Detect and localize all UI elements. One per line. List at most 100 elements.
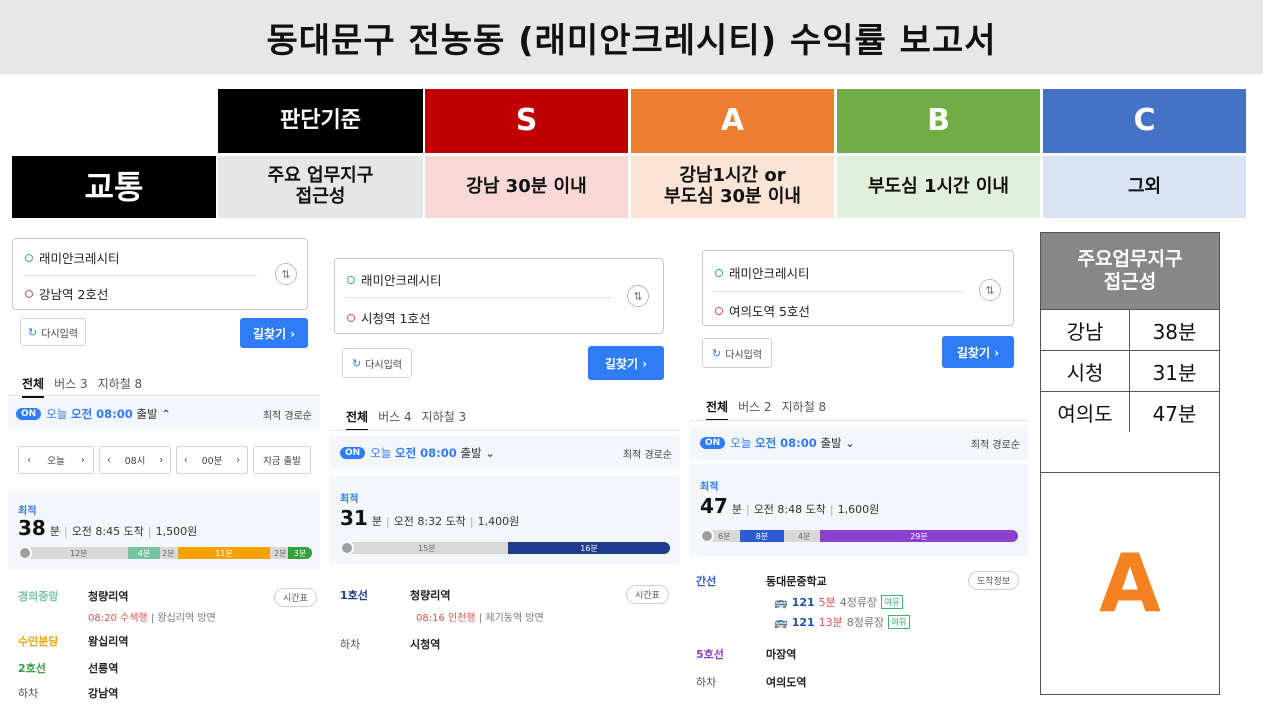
- best-label: 최적: [340, 494, 359, 505]
- timetable-button[interactable]: 시간표: [274, 588, 317, 607]
- day-picker[interactable]: ‹ 오늘 ›: [18, 446, 94, 474]
- arrival-info-button[interactable]: 도착정보: [968, 571, 1020, 590]
- destination-field[interactable]: 시청역 1호선: [347, 308, 430, 327]
- grade-row-criteria: 주요 업무지구 접근성: [218, 156, 423, 218]
- reset-button[interactable]: ↻ 다시입력: [702, 338, 772, 368]
- on-toggle[interactable]: ON: [16, 408, 42, 420]
- route-panel-yeouido: 래미안크레시티 여의도역 5호선 ⇅ ↻ 다시입력 길찾기 › 전체 버스 2 지…: [690, 244, 1028, 694]
- arrival-time: 오전 8:48 도착: [753, 503, 826, 516]
- arrival-time: 오전 8:32 도착: [393, 515, 466, 528]
- fare: 1,400원: [477, 515, 520, 528]
- tab-all[interactable]: 전체: [706, 398, 729, 421]
- depart-now-button[interactable]: 지금 출발: [253, 446, 311, 474]
- step-line-1: 경의중앙 청량리역: [18, 590, 129, 603]
- origin-field[interactable]: 래미안크레시티: [347, 270, 442, 289]
- grade-header-criteria: 판단기준: [218, 89, 423, 153]
- swap-icon[interactable]: ⇅: [979, 279, 1001, 301]
- hour-picker[interactable]: ‹ 08시 ›: [99, 446, 171, 474]
- route-search-box[interactable]: 래미안크레시티 강남역 2호선 ⇅: [12, 238, 308, 310]
- on-toggle[interactable]: ON: [340, 447, 366, 459]
- best-route-summary[interactable]: 최적 38 분 | 오전 8:45 도착 | 1,500원 12분 4분 2분 11분 2…: [8, 490, 320, 570]
- bus-option-2[interactable]: 🚌 121 13분 8정류장 여유: [774, 614, 910, 630]
- walk-segment-label: 6분: [718, 531, 731, 541]
- chevron-down-icon[interactable]: ⌄: [845, 436, 855, 450]
- bus-option-1[interactable]: 🚌 121 5분 4정류장 여유: [774, 594, 903, 610]
- tab-bus[interactable]: 버스 2: [738, 398, 772, 421]
- summary-time: 47분: [1130, 391, 1219, 432]
- best-route-summary[interactable]: 최적 47 분 | 오전 8:48 도착 | 1,600원 6분 8분 4분 29분: [690, 464, 1028, 556]
- suinbundang-segment: 11분: [178, 547, 270, 559]
- route-panel-gangnam: 래미안크레시티 강남역 2호선 ⇅ ↻ 다시입력 길찾기 › 전체 버스 3 지하…: [8, 232, 320, 705]
- destination-dot-icon: [25, 289, 33, 298]
- tab-subway[interactable]: 지하철 8: [782, 398, 827, 421]
- duration-minutes: 38: [18, 516, 46, 540]
- route-timeline-bar: 12분 4분 2분 11분 2분 3분: [18, 547, 312, 559]
- fare: 1,500원: [155, 525, 198, 538]
- swap-icon[interactable]: ⇅: [627, 285, 649, 307]
- grade-header-b: B: [837, 89, 1040, 153]
- tab-bus[interactable]: 버스 4: [378, 408, 412, 431]
- on-toggle[interactable]: ON: [700, 437, 726, 449]
- walk-segment-label: 15분: [418, 543, 436, 553]
- find-route-button[interactable]: 길찾기 ›: [240, 318, 308, 348]
- grade-header-a: A: [631, 89, 834, 153]
- sort-option[interactable]: 최적 경로순: [263, 407, 312, 422]
- walk-segment-label: 4분: [798, 531, 811, 541]
- best-route-summary[interactable]: 최적 31 분 | 오전 8:32 도착 | 1,400원 15분 16분: [330, 476, 680, 564]
- minute-picker[interactable]: ‹ 00분 ›: [176, 446, 248, 474]
- timetable-button[interactable]: 시간표: [626, 585, 669, 604]
- exit-row: 하차 시청역: [340, 638, 441, 651]
- origin-dot-icon: [347, 275, 355, 284]
- best-label: 최적: [700, 482, 719, 493]
- tab-subway[interactable]: 지하철 3: [422, 408, 467, 431]
- exit-row: 하차 여의도역: [696, 676, 807, 689]
- summary-header: 주요업무지구 접근성: [1041, 233, 1219, 309]
- swap-icon[interactable]: ⇅: [275, 263, 297, 285]
- route-search-box[interactable]: 래미안크레시티 여의도역 5호선 ⇅: [702, 250, 1014, 326]
- step-line-2: 5호선 마장역: [696, 648, 797, 661]
- depart-bar[interactable]: ON 오늘 오전 08:00 출발 ⌄ 최적 경로순: [330, 436, 680, 470]
- bus-segment: 8분: [740, 530, 784, 542]
- grade-row-b: 부도심 1시간 이내: [837, 156, 1040, 218]
- refresh-icon: ↻: [351, 356, 362, 370]
- find-route-button[interactable]: 길찾기 ›: [942, 336, 1014, 368]
- chevron-down-icon[interactable]: ⌄: [485, 446, 495, 460]
- depart-bar[interactable]: ON 오늘 오전 08:00 출발 ⌃ 최적 경로순: [8, 398, 320, 430]
- bus-icon: 🚌: [774, 615, 788, 629]
- destination-field[interactable]: 여의도역 5호선: [715, 301, 810, 320]
- duration-minutes: 31: [340, 506, 368, 530]
- title-band: 동대문구 전농동 (래미안크레시티) 수익률 보고서: [0, 0, 1263, 74]
- line2-segment: 3분: [288, 547, 312, 559]
- route-search-box[interactable]: 래미안크레시티 시청역 1호선 ⇅: [334, 258, 664, 334]
- tab-all[interactable]: 전체: [346, 408, 369, 431]
- sort-option[interactable]: 최적 경로순: [971, 436, 1020, 451]
- grade-header-s: S: [425, 89, 628, 153]
- refresh-icon: ↻: [27, 325, 38, 339]
- arrival-time: 오전 8:45 도착: [71, 525, 144, 538]
- chevron-up-icon[interactable]: ⌃: [161, 407, 171, 421]
- step-1-detail: 08:20 수색행 | 왕십리역 방면: [88, 613, 216, 624]
- grade-row-a: 강남1시간 or 부도심 30분 이내: [631, 156, 834, 218]
- walk-segment-label: 2분: [274, 548, 287, 558]
- summary-time: 31분: [1130, 350, 1219, 391]
- walk-icon: [340, 542, 354, 554]
- destination-field[interactable]: 강남역 2호선: [25, 284, 108, 303]
- step-line-3: 2호선 선릉역: [18, 662, 119, 675]
- route-timeline-bar: 6분 8분 4분 29분: [700, 530, 1018, 542]
- sort-option[interactable]: 최적 경로순: [623, 446, 672, 461]
- depart-bar[interactable]: ON 오늘 오전 08:00 출발 ⌄ 최적 경로순: [690, 426, 1028, 460]
- summary-place: 여의도: [1041, 391, 1130, 432]
- walk-icon: [18, 547, 32, 559]
- step-line-1: 1호선 청량리역: [340, 589, 451, 602]
- route-timeline-bar: 15분 16분: [340, 542, 670, 554]
- origin-field[interactable]: 래미안크레시티: [715, 263, 810, 282]
- origin-field[interactable]: 래미안크레시티: [25, 248, 120, 267]
- reset-button[interactable]: ↻ 다시입력: [342, 348, 412, 378]
- find-route-button[interactable]: 길찾기 ›: [588, 346, 664, 380]
- reset-button[interactable]: ↻ 다시입력: [20, 318, 86, 346]
- gyeongui-segment: 4분: [128, 547, 160, 559]
- bus-icon: 🚌: [774, 595, 788, 609]
- route-panel-cityhall: 래미안크레시티 시청역 1호선 ⇅ ↻ 다시입력 길찾기 › 전체 버스 4 지하…: [330, 250, 680, 655]
- best-label: 최적: [18, 506, 37, 517]
- refresh-icon: ↻: [711, 346, 722, 360]
